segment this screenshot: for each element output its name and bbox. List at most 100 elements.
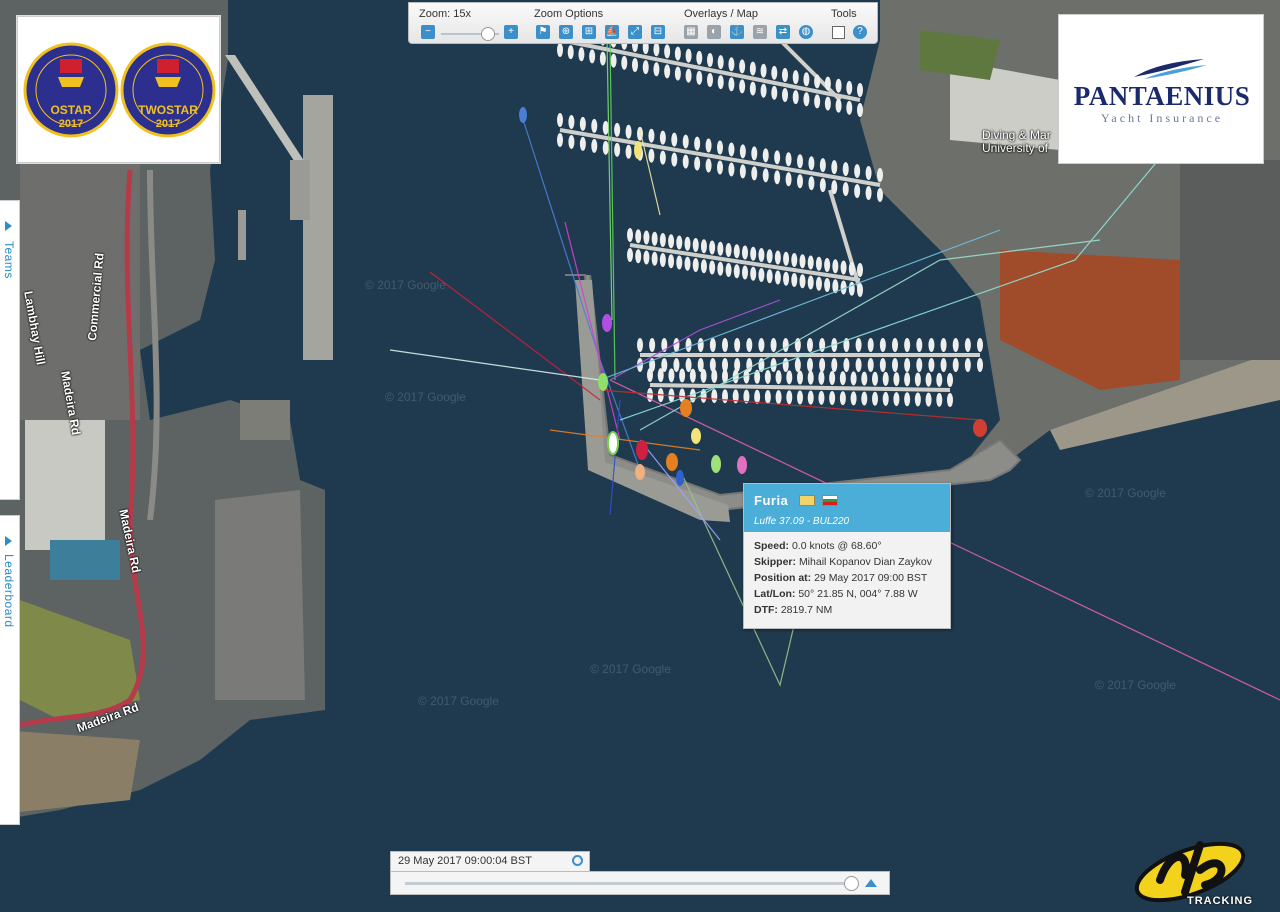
- moored-boat: [839, 371, 846, 386]
- moored-boat: [717, 55, 724, 70]
- moored-boat: [625, 144, 632, 159]
- map-copyright: © 2017 Google: [365, 278, 446, 292]
- moored-boat: [797, 370, 803, 385]
- zoom-leader-icon[interactable]: ⊞: [582, 25, 596, 39]
- moored-boat: [733, 264, 740, 279]
- map-label-university: University of: [982, 141, 1049, 155]
- zoom-out-button[interactable]: −: [421, 25, 435, 39]
- moored-boat: [854, 164, 861, 179]
- shuffle-icon[interactable]: ⇄: [776, 25, 790, 39]
- moored-boat: [855, 338, 862, 352]
- moored-boat: [774, 270, 781, 285]
- moored-boat: [818, 390, 825, 405]
- moored-boat: [940, 358, 947, 372]
- moored-boat: [977, 338, 983, 352]
- moored-boat: [679, 368, 686, 383]
- tab-teams[interactable]: Teams: [0, 200, 20, 500]
- moored-boat: [689, 368, 696, 383]
- moored-boat: [742, 265, 748, 280]
- moored-boat: [668, 234, 675, 249]
- moored-boat: [877, 188, 883, 202]
- zoom-fleet-icon[interactable]: ⊕: [559, 25, 573, 39]
- moored-boat: [685, 48, 692, 63]
- map-copyright: © 2017 Google: [1085, 486, 1166, 500]
- map-toolbar: Zoom: 15x Zoom Options Overlays / Map To…: [408, 2, 878, 44]
- moored-boat: [882, 391, 889, 406]
- moored-boat: [783, 271, 790, 286]
- moored-boat: [674, 46, 681, 61]
- moored-boat: [892, 338, 898, 352]
- moored-boat: [739, 164, 746, 179]
- moored-boat: [742, 245, 748, 260]
- moored-boat: [567, 45, 574, 60]
- tab-leaderboard-label: Leaderboard: [2, 554, 16, 628]
- boat-info-popup[interactable]: Furia Luffe 37.09 - BUL220 Speed: 0.0 kn…: [743, 483, 951, 629]
- moored-boat: [722, 338, 728, 352]
- moored-boat: [749, 81, 756, 96]
- zoom-slider-knob[interactable]: [481, 27, 495, 41]
- event-logo-box: OSTAR 2017 TWOSTAR 2017: [17, 16, 220, 163]
- play-toggle-icon[interactable]: [865, 879, 877, 887]
- moored-boat: [782, 358, 789, 372]
- contrast-icon[interactable]: ◐: [707, 25, 721, 39]
- zoom-reset-icon[interactable]: ⊟: [651, 25, 665, 39]
- zoom-start-flag-icon[interactable]: ⚑: [536, 25, 550, 39]
- clock-icon[interactable]: [572, 855, 583, 866]
- tab-leaderboard[interactable]: Leaderboard: [0, 515, 20, 825]
- moored-boat: [760, 63, 767, 78]
- yb-tracking-text: TRACKING: [1187, 895, 1254, 907]
- moored-boat: [857, 263, 863, 277]
- moored-boat: [589, 49, 596, 64]
- popup-header: Furia Luffe 37.09 - BUL220: [744, 484, 950, 532]
- zoom-boats-icon[interactable]: ⛵: [605, 25, 619, 39]
- zoom-in-button[interactable]: +: [504, 25, 518, 39]
- moored-boat: [799, 274, 806, 289]
- pantaenius-name: PANTAENIUS: [1073, 81, 1251, 111]
- moored-boat: [659, 253, 666, 267]
- timeline-bar: [390, 871, 890, 895]
- expand-arrow-icon: [5, 221, 12, 231]
- moored-boat: [846, 80, 853, 95]
- moored-boat: [807, 358, 813, 372]
- globe-icon[interactable]: ◍: [799, 25, 813, 39]
- moored-boat: [835, 98, 842, 113]
- moored-boat: [771, 65, 778, 80]
- zoom-fit-icon[interactable]: ⤢: [628, 25, 642, 39]
- course-icon[interactable]: ⚓: [730, 25, 744, 39]
- moored-boat: [649, 338, 656, 352]
- help-icon[interactable]: ?: [853, 25, 867, 39]
- timeline-datetime: 29 May 2017 09:00:04 BST: [398, 855, 532, 867]
- speed-row: Speed: 0.0 knots @ 68.60°: [754, 540, 882, 552]
- moored-boat: [642, 60, 649, 75]
- moored-boat: [659, 233, 666, 247]
- moored-boat: [952, 338, 959, 352]
- email-icon[interactable]: [798, 495, 815, 507]
- moored-boat: [750, 246, 757, 261]
- moored-boat: [694, 156, 701, 171]
- moored-boat: [697, 338, 704, 352]
- zoom-options-label: Zoom Options: [534, 8, 604, 20]
- grid-overlay-icon[interactable]: ▦: [684, 25, 698, 39]
- timeline-knob[interactable]: [843, 876, 859, 891]
- timeline-panel: 29 May 2017 09:00:04 BST: [390, 851, 890, 895]
- moored-boat: [916, 338, 923, 352]
- moored-boat: [557, 133, 563, 147]
- moored-boat: [865, 186, 872, 201]
- moored-boat: [791, 253, 798, 267]
- moored-boat: [749, 61, 756, 76]
- wind-icon[interactable]: ≋: [753, 25, 767, 39]
- ostar-name: OSTAR: [50, 103, 92, 117]
- moored-boat: [568, 114, 575, 129]
- timeline-track[interactable]: [405, 882, 855, 885]
- moored-boat: [914, 372, 921, 387]
- moored-boat: [627, 228, 633, 242]
- zoom-label: Zoom: 15x: [419, 8, 471, 20]
- moored-boat: [936, 372, 943, 387]
- moored-boat: [771, 85, 778, 100]
- moored-boat: [682, 154, 689, 169]
- moored-boat: [647, 368, 653, 382]
- moored-boat: [659, 150, 666, 165]
- moored-boat: [625, 124, 632, 139]
- tools-checkbox[interactable]: [832, 26, 845, 39]
- moored-boat: [657, 368, 664, 383]
